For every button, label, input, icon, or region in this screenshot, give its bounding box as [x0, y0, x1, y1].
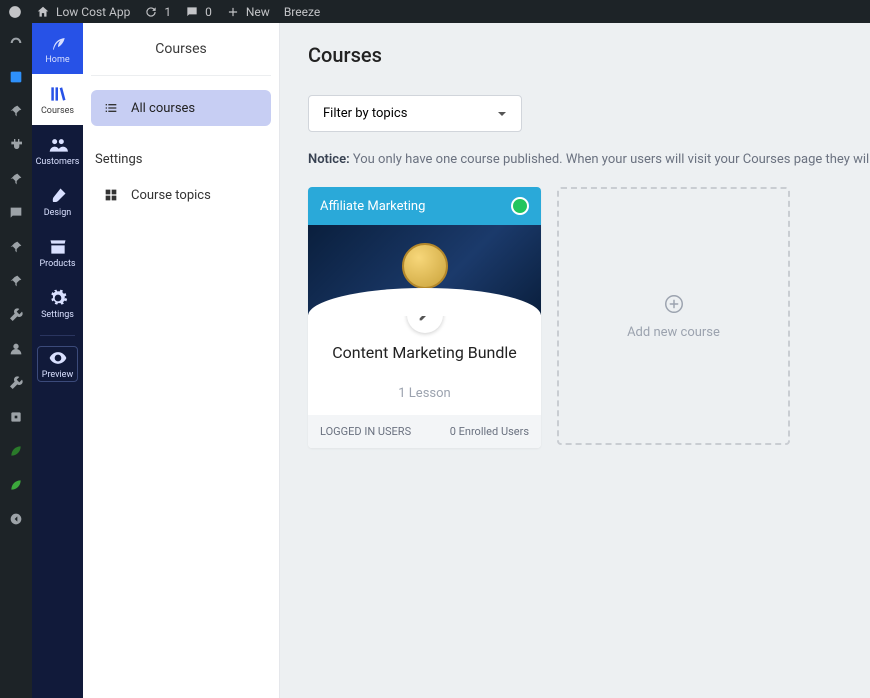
rail-pin-1[interactable]	[6, 101, 26, 121]
filter-dropdown[interactable]: Filter by topics	[308, 95, 522, 132]
brush-icon	[48, 186, 68, 206]
new-label: New	[246, 5, 270, 19]
list-icon	[103, 100, 119, 116]
course-topic: Affiliate Marketing	[320, 199, 425, 214]
sidebar-item-all-courses[interactable]: All courses	[91, 90, 271, 126]
rail-tools[interactable]	[6, 305, 26, 325]
rail-comments[interactable]	[6, 203, 26, 223]
app-preview[interactable]: Preview	[37, 346, 78, 382]
home-icon	[36, 5, 50, 19]
course-card[interactable]: Affiliate Marketing Content Marketing Bu…	[308, 187, 541, 448]
site-name: Low Cost App	[56, 5, 130, 19]
updates-count: 1	[164, 5, 171, 19]
status-dot-published	[511, 197, 529, 215]
edit-icon	[417, 307, 433, 323]
app-rail: Home Courses Customers Design Products S…	[32, 23, 83, 698]
wp-admin-topbar: Low Cost App 1 0 New Breeze	[0, 0, 870, 23]
rail-app[interactable]	[6, 67, 26, 87]
breeze-link[interactable]: Breeze	[284, 5, 320, 19]
course-lessons: 1 Lesson	[320, 386, 529, 401]
add-course-button[interactable]: Add new course	[557, 187, 790, 445]
users-icon	[48, 135, 68, 155]
store-icon	[48, 237, 68, 257]
comment-icon	[185, 5, 199, 19]
enrolled-count: 0 Enrolled Users	[450, 425, 529, 438]
sidebar-item-course-topics[interactable]: Course topics	[91, 177, 271, 213]
course-title: Content Marketing Bundle	[320, 343, 529, 362]
plus-circle-icon	[663, 293, 685, 315]
rail-dashboard[interactable]	[6, 33, 26, 53]
rail-users[interactable]	[6, 339, 26, 359]
app-home[interactable]: Home	[32, 23, 83, 74]
refresh-icon	[144, 5, 158, 19]
course-footer: LOGGED IN USERS 0 Enrolled Users	[308, 415, 541, 448]
wp-admin-rail	[0, 23, 32, 698]
course-grid: Affiliate Marketing Content Marketing Bu…	[308, 187, 870, 448]
rail-pin-3[interactable]	[6, 237, 26, 257]
grid-icon	[103, 187, 119, 203]
filter-placeholder: Filter by topics	[323, 106, 407, 121]
site-link[interactable]: Low Cost App	[36, 5, 130, 19]
rail-leaf-2[interactable]	[6, 475, 26, 495]
wp-logo[interactable]	[8, 5, 22, 19]
app-design[interactable]: Design	[32, 176, 83, 227]
rail-plugins[interactable]	[6, 135, 26, 155]
notice-text: Notice: You only have one course publish…	[308, 152, 870, 167]
app-customers[interactable]: Customers	[32, 125, 83, 176]
rail-divider	[40, 335, 75, 336]
sidebar-section-settings: Settings	[91, 142, 271, 177]
chevron-down-icon	[497, 109, 507, 119]
rail-box[interactable]	[6, 407, 26, 427]
secondary-sidebar: Courses All courses Settings Course topi…	[83, 23, 280, 698]
app-settings[interactable]: Settings	[32, 278, 83, 329]
app-courses[interactable]: Courses	[32, 74, 83, 125]
sidebar-title: Courses	[91, 41, 271, 76]
coin-icon	[402, 243, 448, 289]
rail-pin-4[interactable]	[6, 271, 26, 291]
leaf-icon	[48, 33, 68, 53]
updates-link[interactable]: 1	[144, 5, 171, 19]
rail-pin-2[interactable]	[6, 169, 26, 189]
rail-tools-2[interactable]	[6, 373, 26, 393]
new-button[interactable]: New	[226, 5, 270, 19]
app-products[interactable]: Products	[32, 227, 83, 278]
course-topic-bar: Affiliate Marketing	[308, 187, 541, 225]
course-thumbnail	[308, 225, 541, 315]
edit-course-button[interactable]	[407, 297, 443, 333]
logged-in-label: LOGGED IN USERS	[320, 425, 411, 438]
page-title: Courses	[308, 43, 870, 67]
rail-collapse[interactable]	[6, 509, 26, 529]
main-content: Courses Filter by topics Notice: You onl…	[280, 23, 870, 698]
plus-icon	[226, 5, 240, 19]
comments-count: 0	[205, 5, 212, 19]
eye-icon	[48, 348, 68, 368]
gear-icon	[48, 288, 68, 308]
rail-leaf-1[interactable]	[6, 441, 26, 461]
books-icon	[48, 84, 68, 104]
comments-link[interactable]: 0	[185, 5, 212, 19]
